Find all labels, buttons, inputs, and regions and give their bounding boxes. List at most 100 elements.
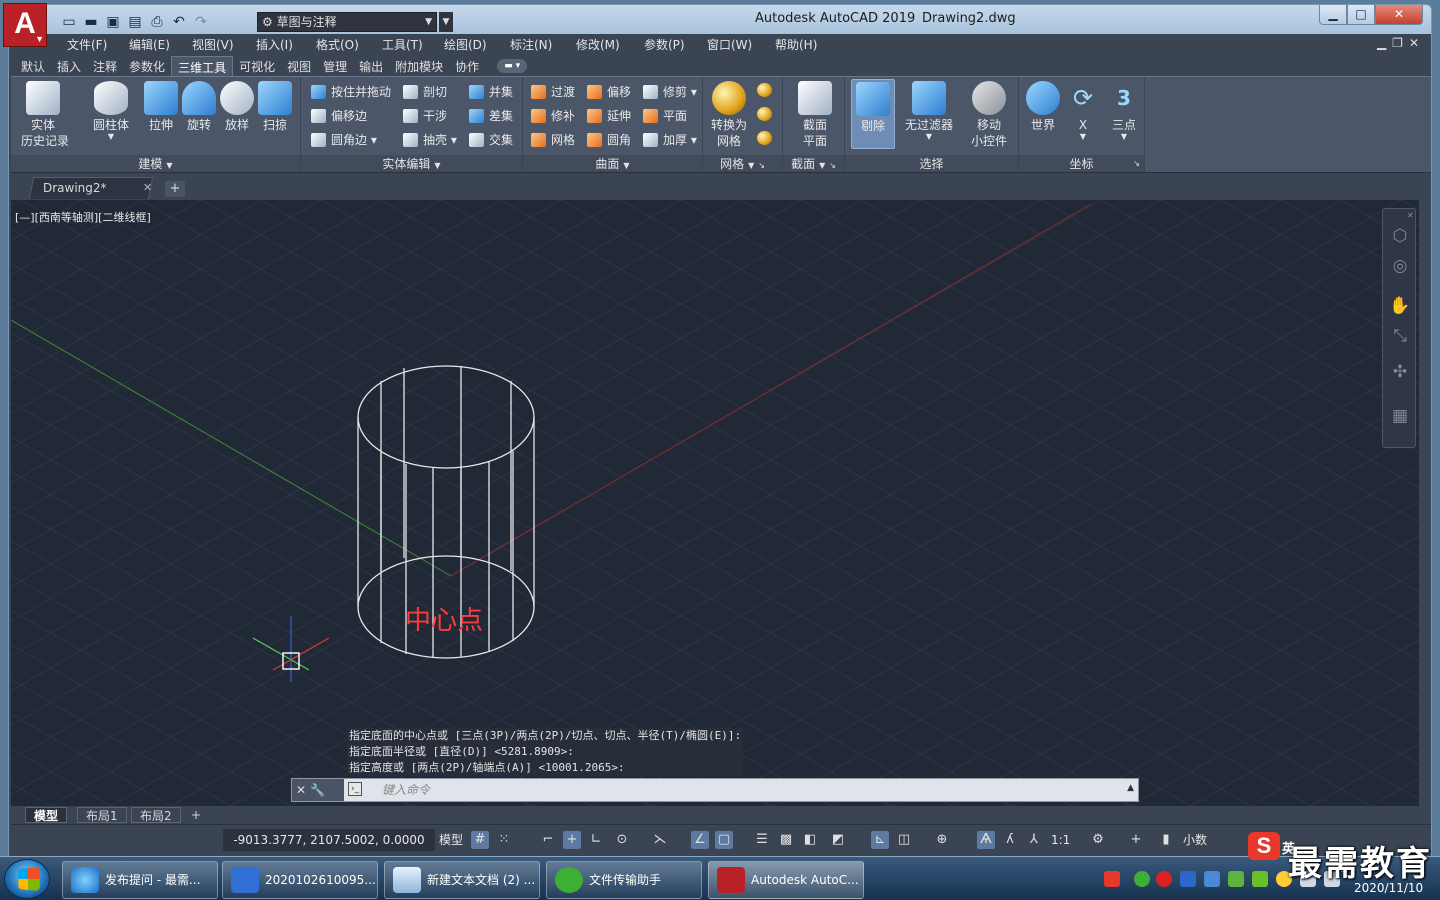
steering-wheel-icon[interactable]: ◎ — [1389, 255, 1411, 277]
tab-default[interactable]: 默认 — [15, 56, 51, 76]
taskbar-item-wps[interactable]: 2020102610095... — [222, 861, 378, 899]
document-window-controls[interactable]: ▁❐✕ — [1377, 36, 1425, 50]
menu-insert[interactable]: 插入(I) — [256, 36, 316, 53]
interfere-button[interactable]: 干涉 — [401, 106, 447, 126]
trim-button[interactable]: 修剪 ▾ — [641, 82, 697, 102]
annotation-visibility-icon[interactable]: Ѧ — [977, 831, 995, 849]
units-icon[interactable]: ▮ — [1157, 831, 1175, 849]
menu-modify[interactable]: 修改(M) — [576, 36, 644, 53]
panel-title-coordinates[interactable]: 坐标 ↘ — [1019, 155, 1144, 173]
ucs-world-button[interactable]: 世界 — [1023, 81, 1063, 133]
3d-osnap-icon[interactable]: ◩ — [829, 831, 847, 849]
tab-view[interactable]: 视图 — [281, 56, 317, 76]
shield-icon[interactable] — [1180, 871, 1196, 887]
sogou-ime-icon[interactable] — [1104, 871, 1120, 887]
dynamic-ucs-icon[interactable]: ⊾ — [871, 831, 889, 849]
menu-draw[interactable]: 绘图(D) — [444, 36, 510, 53]
annotation-scale-value[interactable]: 1:1 — [1051, 829, 1070, 851]
shell-button[interactable]: 抽壳 ▾ — [401, 130, 457, 150]
document-tab-label[interactable]: Drawing2* — [43, 181, 107, 195]
tab-manage[interactable]: 管理 — [317, 56, 353, 76]
network-button[interactable]: 网格 — [529, 130, 575, 150]
mesh-crease-icon[interactable] — [757, 131, 772, 145]
tab-annotate[interactable]: 注释 — [87, 56, 123, 76]
patch-button[interactable]: 修补 — [529, 106, 575, 126]
tab-collaborate[interactable]: 协作 — [449, 56, 485, 76]
showmotion-icon[interactable]: ▦ — [1389, 405, 1411, 427]
surface-offset-button[interactable]: 偏移 — [585, 82, 631, 102]
menu-help[interactable]: 帮助(H) — [775, 36, 817, 53]
undo-icon[interactable]: ↶ — [169, 12, 189, 32]
slice-button[interactable]: 剖切 — [401, 82, 447, 102]
command-input[interactable] — [382, 781, 1102, 799]
menu-view[interactable]: 视图(V) — [192, 36, 256, 53]
panel-title-mesh[interactable]: 网格 ▼ ↘ — [703, 155, 782, 173]
qat-customize-button[interactable]: ▼ — [439, 12, 453, 32]
workspace-select[interactable]: ⚙ 草图与注释 ▼ — [257, 12, 437, 32]
close-tab-icon[interactable]: ✕ — [143, 181, 152, 194]
wechat-tray-icon[interactable] — [1134, 871, 1150, 887]
tab-layout1[interactable]: 布局1 — [77, 807, 127, 823]
gear-icon[interactable]: ⚙ — [1089, 831, 1107, 849]
ucs-three-point-button[interactable]: 3 三点 ▼ — [1105, 81, 1143, 141]
panel-title-section[interactable]: 截面 ▼ ↘ — [783, 155, 844, 173]
tab-visualize[interactable]: 可视化 — [233, 56, 281, 76]
selection-filter-icon[interactable]: ◫ — [895, 831, 913, 849]
taskbar-item-notepad[interactable]: 新建文本文档 (2) ... — [384, 861, 540, 899]
offset-edge-button[interactable]: 偏移边 — [309, 106, 367, 126]
tab-3d-tools[interactable]: 三维工具 — [171, 56, 234, 76]
orbit-icon[interactable]: ✣ — [1389, 361, 1411, 383]
selection-cycling-icon[interactable]: ◧ — [801, 831, 819, 849]
print-icon[interactable]: ⎙ — [147, 12, 167, 32]
ribbon-minimize-toggle[interactable]: ▬ ▾ — [497, 59, 528, 73]
mesh-smooth-icon[interactable] — [757, 83, 772, 97]
solid-history-button[interactable]: 实体 历史记录 — [21, 81, 69, 149]
command-line-grip[interactable]: ✕🔧 — [292, 779, 344, 801]
open-folder-icon[interactable]: ▬ — [81, 12, 101, 32]
convert-to-mesh-button[interactable]: 转换为 网格 — [707, 81, 751, 149]
tab-insert[interactable]: 插入 — [51, 56, 87, 76]
no-filter-button[interactable]: 无过滤器 ▼ — [899, 81, 959, 141]
section-plane-button[interactable]: 截面 平面 — [793, 81, 837, 149]
object-snap-icon[interactable]: ▢ — [715, 831, 733, 849]
cylinder-button[interactable]: 圆柱体 ▼ — [89, 81, 133, 141]
dynamic-input-icon[interactable]: + — [563, 831, 581, 849]
transparency-icon[interactable]: ▩ — [777, 831, 795, 849]
menu-dimension[interactable]: 标注(N) — [510, 36, 576, 53]
union-button[interactable]: 并集 — [467, 82, 513, 102]
annotation-scale-icon[interactable]: ⅄ — [1025, 831, 1043, 849]
zoom-icon[interactable]: ⤡ — [1389, 325, 1411, 347]
mesh-refine-icon[interactable] — [757, 107, 772, 121]
minimize-button[interactable]: ▁ — [1319, 5, 1347, 25]
application-menu-button[interactable]: A ▼ — [3, 3, 47, 47]
ucs-x-button[interactable]: ⟳ X ▼ — [1065, 81, 1101, 141]
units-value[interactable]: 小数 — [1183, 829, 1207, 851]
subtract-button[interactable]: 差集 — [467, 106, 513, 126]
object-snap-tracking-icon[interactable]: ∠ — [691, 831, 709, 849]
weibo-icon[interactable] — [1156, 871, 1172, 887]
plus-icon[interactable]: + — [1127, 831, 1145, 849]
surface-fillet-button[interactable]: 圆角 — [585, 130, 631, 150]
menu-tools[interactable]: 工具(T) — [382, 36, 444, 53]
panel-title-surface[interactable]: 曲面 ▼ — [523, 155, 702, 173]
tab-output[interactable]: 输出 — [353, 56, 389, 76]
lineweight-icon[interactable]: ☰ — [753, 831, 771, 849]
close-button[interactable]: ✕ — [1375, 5, 1423, 25]
close-icon[interactable]: ✕ — [1407, 211, 1414, 220]
menu-edit[interactable]: 编辑(E) — [129, 36, 192, 53]
taskbar-item-ie[interactable]: 发布提问 - 最需... — [62, 861, 218, 899]
tab-layout2[interactable]: 布局2 — [131, 807, 181, 823]
save-as-icon[interactable]: ▤ — [125, 12, 145, 32]
wrench-icon[interactable]: 🔧 — [310, 783, 329, 797]
polar-tracking-icon[interactable]: ⊙ — [613, 831, 631, 849]
new-tab-button[interactable]: + — [165, 181, 185, 197]
save-icon[interactable]: ▣ — [103, 12, 123, 32]
chevron-up-icon[interactable]: ▲ — [1127, 783, 1134, 793]
tab-parametric[interactable]: 参数化 — [123, 56, 171, 76]
grid-icon[interactable]: # — [471, 831, 489, 849]
model-space-button[interactable]: 模型 — [439, 829, 463, 851]
taskbar-item-wechat[interactable]: 文件传输助手 — [546, 861, 702, 899]
command-prompt-icon[interactable]: ›_ — [348, 782, 362, 796]
pan-hand-icon[interactable]: ✋ — [1389, 295, 1411, 317]
culling-button[interactable]: 剔除 — [851, 79, 895, 149]
